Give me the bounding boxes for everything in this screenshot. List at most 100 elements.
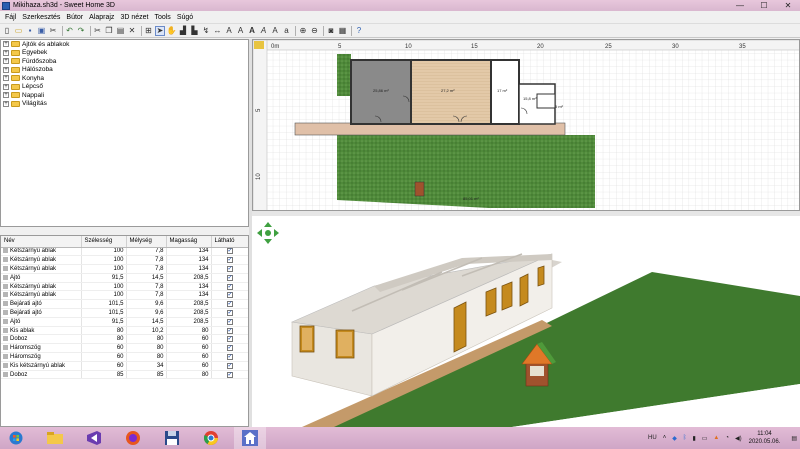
visible-checkbox[interactable]: ✓ (226, 274, 233, 281)
taskbar-chrome[interactable] (195, 427, 227, 449)
create-labels-icon[interactable]: A (224, 26, 234, 36)
cut-icon[interactable]: ✂ (48, 26, 58, 36)
table-row[interactable]: Háromszög 60 80 60 ✓ (1, 343, 248, 354)
visible-checkbox[interactable]: ✓ (226, 265, 233, 272)
expand-icon[interactable]: + (3, 75, 9, 82)
expand-icon[interactable]: + (3, 49, 9, 56)
delete-icon[interactable]: ✕ (127, 26, 137, 36)
plan-view[interactable]: 0m 5 10 15 20 25 30 35 5 10 25,86 m² 27,… (252, 39, 800, 211)
taskbar-explorer[interactable] (39, 427, 71, 449)
column-header-height[interactable]: Magasság (166, 236, 212, 248)
network-icon[interactable]: ▮ (692, 435, 695, 442)
visible-checkbox[interactable]: ✓ (226, 309, 233, 316)
taskbar-visual-studio[interactable] (78, 427, 110, 449)
minimize-button[interactable]: — (728, 0, 752, 11)
create-rooms-icon[interactable]: ▙ (190, 26, 200, 36)
menu-help[interactable]: Súgó (174, 14, 196, 21)
copy-icon[interactable]: ❐ (104, 26, 114, 36)
language-indicator[interactable]: HU (648, 435, 657, 441)
visible-checkbox[interactable]: ✓ (226, 362, 233, 369)
3d-canvas[interactable] (252, 216, 800, 427)
catalog-category[interactable]: + Ajtók és ablakok (1, 40, 248, 49)
menu-3d-view[interactable]: 3D nézet (117, 14, 151, 21)
create-dimensions-icon[interactable]: ↔ (213, 26, 223, 36)
visible-checkbox[interactable]: ✓ (226, 336, 233, 343)
maximize-button[interactable]: ☐ (752, 0, 776, 11)
garden-object[interactable] (414, 181, 425, 197)
table-row[interactable]: Kétszárnyú ablak 100 7,8 134 ✓ (1, 290, 248, 301)
furniture-table[interactable]: Név Szélesség Mélység Magasság Látható K… (0, 235, 249, 427)
paste-icon[interactable]: ▤ (116, 26, 126, 36)
redo-icon[interactable]: ↷ (76, 26, 86, 36)
table-row[interactable]: Ajtó 91,5 14,5 208,5 ✓ (1, 273, 248, 283)
open-icon[interactable]: ▭ (14, 26, 24, 36)
notifications-icon[interactable]: ▤ (791, 435, 797, 442)
menu-plan[interactable]: Alaprajz (86, 14, 117, 21)
column-header-width[interactable]: Szélesség (81, 236, 127, 248)
table-row[interactable]: Ajtó 91,5 14,5 208,5 ✓ (1, 317, 248, 327)
expand-icon[interactable]: + (3, 66, 9, 73)
text-style-icon[interactable]: A (236, 26, 246, 36)
table-row[interactable]: Bejárati ajtó 101,5 9,6 208,5 ✓ (1, 299, 248, 310)
visible-checkbox[interactable]: ✓ (226, 318, 233, 325)
navigation-arrows-icon[interactable] (257, 222, 279, 244)
column-header-visible[interactable]: Látható (211, 236, 248, 248)
volume-icon[interactable]: ◀) (735, 435, 742, 442)
visible-checkbox[interactable]: ✓ (226, 257, 233, 264)
table-row[interactable]: Háromszög 60 80 60 ✓ (1, 352, 248, 362)
plan-canvas[interactable]: 0m 5 10 15 20 25 30 35 5 10 25,86 m² 27,… (253, 40, 800, 211)
start-button[interactable] (0, 427, 32, 449)
expand-icon[interactable]: + (3, 83, 9, 90)
menu-furniture[interactable]: Bútor (63, 14, 86, 21)
expand-icon[interactable]: + (3, 58, 9, 65)
bluetooth-icon[interactable]: ᛒ (683, 435, 687, 441)
table-row[interactable]: Doboz 80 80 60 ✓ (1, 334, 248, 345)
expand-icon[interactable]: + (3, 100, 9, 107)
save-as-icon[interactable]: ▣ (37, 26, 47, 36)
table-row[interactable]: Kis kétszárnyú ablak 60 34 60 ✓ (1, 361, 248, 371)
help-icon[interactable]: ? (354, 26, 364, 36)
pan-hand-icon[interactable]: ✋ (167, 26, 177, 36)
close-button[interactable]: ✕ (776, 0, 800, 11)
decrease-text-icon[interactable]: a (282, 26, 292, 36)
catalog-category[interactable]: + Konyha (1, 74, 248, 83)
clock[interactable]: 11:04 2020.05.06. (749, 430, 781, 446)
table-row[interactable]: Kétszárnyú ablak 100 7,8 134 ✓ (1, 264, 248, 274)
catalog-category[interactable]: + Nappali (1, 91, 248, 100)
photo-icon[interactable]: ◙ (326, 26, 336, 36)
taskbar-firefox[interactable] (117, 427, 149, 449)
catalog-category[interactable]: + Hálószoba (1, 66, 248, 75)
room-small[interactable] (536, 93, 556, 109)
video-icon[interactable]: ▦ (338, 26, 348, 36)
create-walls-icon[interactable]: ▟ (178, 26, 188, 36)
visible-checkbox[interactable]: ✓ (226, 345, 233, 352)
visible-checkbox[interactable]: ✓ (226, 283, 233, 290)
new-file-icon[interactable]: ▯ (2, 26, 12, 36)
table-row[interactable]: Kétszárnyú ablak 100 7,8 134 ✓ (1, 255, 248, 266)
visible-checkbox[interactable]: ✓ (226, 353, 233, 360)
taskbar-save-app[interactable] (156, 427, 188, 449)
visible-checkbox[interactable]: ✓ (226, 301, 233, 308)
increase-text-icon[interactable]: A (270, 26, 280, 36)
column-header-name[interactable]: Név (1, 236, 82, 248)
save-icon[interactable]: ▪ (25, 26, 35, 36)
catalog-category[interactable]: + Lépcső (1, 83, 248, 92)
3d-view[interactable] (252, 216, 800, 427)
table-row[interactable]: Kis ablak 80 10,2 80 ✓ (1, 326, 248, 336)
table-row[interactable]: Kétszárnyú ablak 100 7,8 134 ✓ (1, 282, 248, 292)
table-row[interactable]: Bejárati ajtó 101,5 9,6 208,5 ✓ (1, 308, 248, 318)
expand-icon[interactable]: + (3, 92, 9, 99)
cut2-icon[interactable]: ✂ (93, 26, 103, 36)
create-polylines-icon[interactable]: ↯ (201, 26, 211, 36)
zoom-out-icon[interactable]: ⊖ (310, 26, 320, 36)
menu-tools[interactable]: Tools (151, 14, 173, 21)
visible-checkbox[interactable]: ✓ (226, 371, 233, 378)
catalog-category[interactable]: + Fürdőszoba (1, 57, 248, 66)
dropbox-icon[interactable]: ◆ (672, 435, 677, 442)
visible-checkbox[interactable]: ✓ (226, 248, 233, 255)
table-row[interactable]: Doboz 85 85 80 ✓ (1, 370, 248, 380)
undo-icon[interactable]: ↶ (65, 26, 75, 36)
italic-icon[interactable]: A (259, 26, 269, 36)
tray-chevron-icon[interactable]: ˄ (663, 435, 667, 441)
menu-file[interactable]: Fájl (2, 14, 19, 21)
